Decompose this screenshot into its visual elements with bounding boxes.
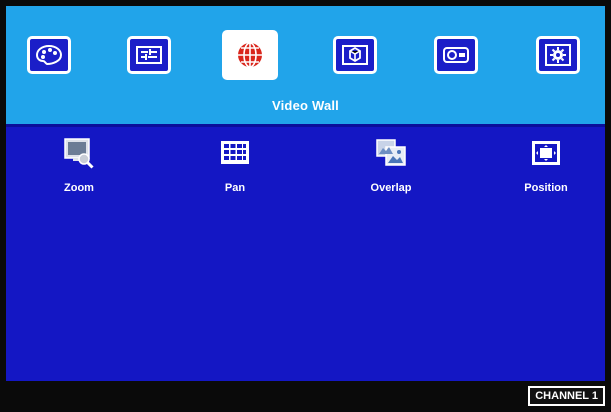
gear-icon — [545, 44, 571, 66]
tab-setup[interactable] — [536, 36, 580, 74]
tab-adjust[interactable] — [127, 36, 171, 74]
tab-display[interactable] — [434, 36, 478, 74]
item-label: Zoom — [64, 182, 94, 194]
tab-3d[interactable] — [333, 36, 377, 74]
zoom-icon — [64, 138, 94, 169]
screen: Video Wall Zoom Pan Overlap Position CHA… — [0, 0, 611, 412]
item-label: Overlap — [370, 182, 412, 194]
divider — [6, 124, 605, 127]
item-pan[interactable]: Pan — [195, 136, 275, 194]
top-menu-bar: Video Wall — [6, 6, 605, 124]
tab-video-wall[interactable] — [222, 30, 278, 80]
osd-menu: Video Wall Zoom Pan Overlap Position — [6, 6, 605, 381]
menu-title: Video Wall — [271, 98, 339, 113]
channel-indicator: CHANNEL 1 — [528, 386, 605, 406]
palette-icon — [35, 44, 63, 66]
overlap-icon — [376, 139, 406, 166]
status-bar: CHANNEL 1 — [0, 381, 611, 412]
pan-grid-icon — [221, 141, 249, 164]
globe-icon — [234, 39, 266, 71]
cube-icon — [342, 45, 368, 65]
item-label: Pan — [224, 182, 246, 194]
item-zoom[interactable]: Zoom — [39, 136, 119, 194]
position-icon — [532, 141, 560, 165]
item-label: Position — [524, 182, 568, 194]
item-position[interactable]: Position — [506, 136, 586, 194]
item-overlap[interactable]: Overlap — [351, 136, 431, 194]
projector-icon — [443, 47, 469, 63]
settings-sliders-icon — [136, 46, 162, 64]
tab-color[interactable] — [27, 36, 71, 74]
